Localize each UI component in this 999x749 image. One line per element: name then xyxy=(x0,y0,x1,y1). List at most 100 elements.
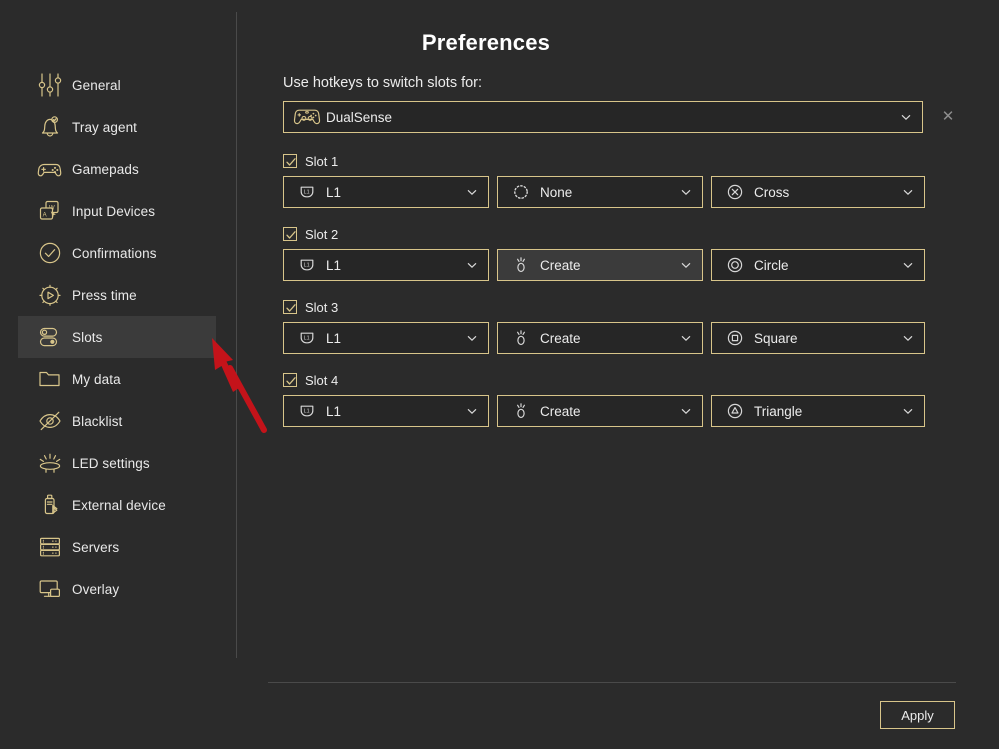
slot-combo-row: L1 L1 Create Triangle xyxy=(283,395,995,427)
dropdown-value: Create xyxy=(540,257,581,273)
svg-text:L1: L1 xyxy=(304,409,310,415)
sidebar-item-blacklist[interactable]: Blacklist xyxy=(18,400,216,442)
slot-checkbox[interactable] xyxy=(283,373,297,387)
slot-header: Slot 2 xyxy=(283,225,995,243)
sidebar-item-label: LED settings xyxy=(72,455,150,471)
slot-checkbox[interactable] xyxy=(283,227,297,241)
page-title: Preferences xyxy=(421,30,551,55)
l1-bumper-icon: L1 xyxy=(293,254,321,276)
svg-text:L1: L1 xyxy=(304,263,310,269)
sidebar-item-label: External device xyxy=(72,497,166,513)
svg-text:L1: L1 xyxy=(304,190,310,196)
dropdown-value: Create xyxy=(540,330,581,346)
slot-combo-row: L1 L1 None Cross xyxy=(283,176,995,208)
dropdown-value: Cross xyxy=(754,184,790,200)
slot-header: Slot 4 xyxy=(283,371,995,389)
sidebar-item-label: Confirmations xyxy=(72,245,157,261)
slot-label: Slot 2 xyxy=(305,226,339,242)
sidebar-item-confirmations[interactable]: Confirmations xyxy=(18,232,216,274)
slot-1-dropdown-3[interactable]: Cross xyxy=(711,176,925,208)
play-timer-icon xyxy=(28,279,72,311)
device-dropdown[interactable]: DualSense xyxy=(283,101,923,133)
sidebar-item-overlay[interactable]: Overlay xyxy=(18,568,216,610)
preferences-window: General Tray agent Gamepads WAInput Devices… xyxy=(0,0,999,749)
slot-label: Slot 1 xyxy=(305,153,339,169)
create-icon xyxy=(507,327,535,349)
dropdown-value: Triangle xyxy=(754,403,803,419)
slot-3-dropdown-1[interactable]: L1 L1 xyxy=(283,322,489,354)
slot-3-dropdown-2[interactable]: Create xyxy=(497,322,703,354)
sidebar-item-my-data[interactable]: My data xyxy=(18,358,216,400)
slot-checkbox[interactable] xyxy=(283,154,297,168)
dropdown-value: Square xyxy=(754,330,798,346)
usb-bluetooth-icon xyxy=(28,489,72,521)
clear-device-button[interactable]: ✕ xyxy=(938,107,958,127)
slot-header: Slot 3 xyxy=(283,298,995,316)
slot-3-dropdown-3[interactable]: Square xyxy=(711,322,925,354)
create-icon xyxy=(507,254,535,276)
slot-1-dropdown-1[interactable]: L1 L1 xyxy=(283,176,489,208)
dropdown-value: L1 xyxy=(326,330,342,346)
slot-combo-row: L1 L1 Create Square xyxy=(283,322,995,354)
sidebar-item-label: Overlay xyxy=(72,581,120,597)
slot-2-dropdown-1[interactable]: L1 L1 xyxy=(283,249,489,281)
sidebar-item-slots[interactable]: Slots xyxy=(18,316,216,358)
slot-4-dropdown-2[interactable]: Create xyxy=(497,395,703,427)
circle-icon xyxy=(721,254,749,276)
apply-button[interactable]: Apply xyxy=(880,701,955,729)
led-icon xyxy=(28,447,72,479)
slot-block: Slot 4 L1 L1 Create Triangle xyxy=(283,371,995,427)
slot-4-dropdown-1[interactable]: L1 L1 xyxy=(283,395,489,427)
sidebar-item-press-time[interactable]: Press time xyxy=(18,274,216,316)
dropdown-value: L1 xyxy=(326,403,342,419)
slot-2-dropdown-2[interactable]: Create xyxy=(497,249,703,281)
dropdown-value: None xyxy=(540,184,573,200)
device-selector-row: DualSense ✕ xyxy=(283,101,995,135)
create-icon xyxy=(507,400,535,422)
slot-block: Slot 1 L1 L1 None Cross xyxy=(283,152,995,208)
sidebar-item-input-devices[interactable]: WAInput Devices xyxy=(18,190,216,232)
sidebar-item-external-device[interactable]: External device xyxy=(18,484,216,526)
overlay-icon xyxy=(28,573,72,605)
slot-block: Slot 3 L1 L1 Create Square xyxy=(283,298,995,354)
sidebar-item-general[interactable]: General xyxy=(18,64,216,106)
sidebar-item-led-settings[interactable]: LED settings xyxy=(18,442,216,484)
sidebar-item-label: Servers xyxy=(72,539,120,555)
slot-1-dropdown-2[interactable]: None xyxy=(497,176,703,208)
sidebar-item-label: Press time xyxy=(72,287,137,303)
chevron-down-icon xyxy=(901,114,911,121)
sidebar-item-label: Input Devices xyxy=(72,203,156,219)
l1-bumper-icon: L1 xyxy=(293,181,321,203)
l1-bumper-icon: L1 xyxy=(293,400,321,422)
slot-combo-row: L1 L1 Create Circle xyxy=(283,249,995,281)
slot-2-dropdown-3[interactable]: Circle xyxy=(711,249,925,281)
l1-bumper-icon: L1 xyxy=(293,327,321,349)
bell-icon xyxy=(28,111,72,143)
svg-text:A: A xyxy=(43,213,47,219)
dropdown-value: L1 xyxy=(326,184,342,200)
hotkey-section-label: Use hotkeys to switch slots for: xyxy=(283,75,483,91)
slot-block: Slot 2 L1 L1 Create Circle xyxy=(283,225,995,281)
svg-text:L1: L1 xyxy=(304,336,310,342)
sidebar-item-tray-agent[interactable]: Tray agent xyxy=(18,106,216,148)
sidebar-item-label: Slots xyxy=(72,329,103,345)
dropdown-value: Create xyxy=(540,403,581,419)
slot-label: Slot 3 xyxy=(305,299,339,315)
input-devices-icon: WA xyxy=(28,195,72,227)
dualsense-gamepad-icon xyxy=(293,106,321,128)
slot-checkbox[interactable] xyxy=(283,300,297,314)
slot-4-dropdown-3[interactable]: Triangle xyxy=(711,395,925,427)
toggles-icon xyxy=(28,321,72,353)
sidebar: General Tray agent Gamepads WAInput Devices… xyxy=(0,0,236,749)
check-circle-icon xyxy=(28,237,72,269)
sidebar-item-label: General xyxy=(72,77,121,93)
sidebar-item-servers[interactable]: Servers xyxy=(18,526,216,568)
eye-off-icon xyxy=(28,405,72,437)
triangle-icon xyxy=(721,400,749,422)
sidebar-item-gamepads[interactable]: Gamepads xyxy=(18,148,216,190)
dropdown-value: Circle xyxy=(754,257,789,273)
square-icon xyxy=(721,327,749,349)
device-value: DualSense xyxy=(326,109,393,125)
slot-label: Slot 4 xyxy=(305,372,339,388)
folder-icon xyxy=(28,363,72,395)
